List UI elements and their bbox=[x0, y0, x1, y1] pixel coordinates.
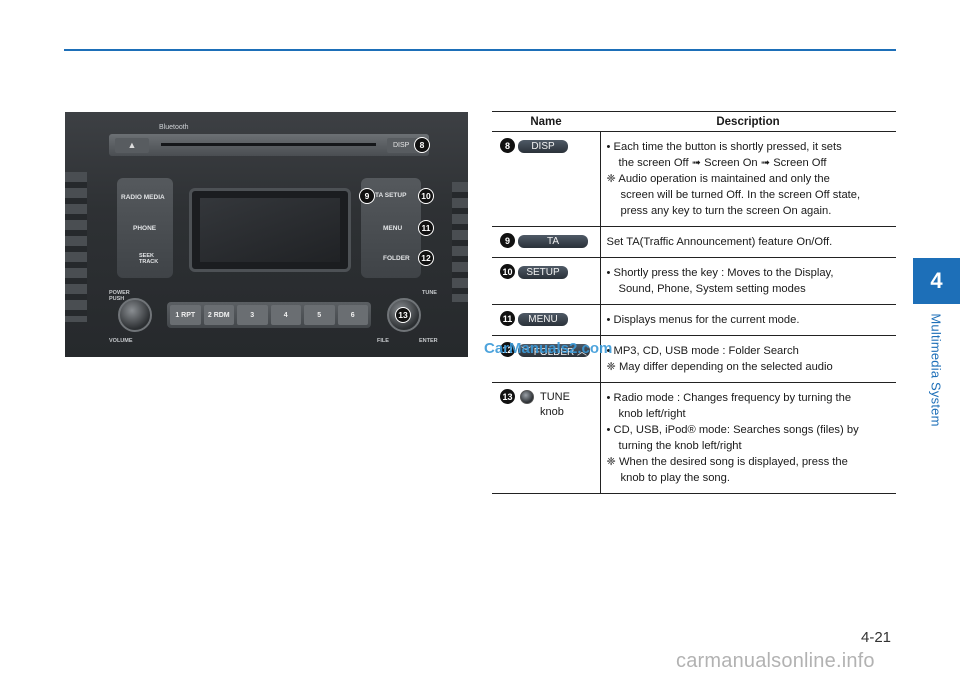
desc-line: Set TA(Traffic Announcement) feature On/… bbox=[606, 236, 833, 248]
left-air-vent bbox=[65, 172, 87, 322]
ta-key: TA bbox=[518, 235, 588, 248]
desc-line: knob left/right bbox=[618, 408, 686, 420]
table-row: 11 MENU • Displays menus for the current… bbox=[492, 304, 896, 336]
callout-9: 9 bbox=[359, 188, 375, 204]
preset-3: 3 bbox=[237, 305, 268, 325]
page-number: 4-21 bbox=[861, 629, 892, 646]
desc-line: • Shortly press the key : Moves to the D… bbox=[606, 267, 834, 279]
name-cell: 10 SETUP bbox=[492, 257, 601, 305]
right-air-vent bbox=[452, 182, 468, 302]
chapter-number: 4 bbox=[930, 268, 943, 293]
preset-1: 1 RPT bbox=[170, 305, 201, 325]
description-cell: • MP3, CD, USB mode : Folder Search ❈ Ma… bbox=[600, 335, 896, 383]
name-cell: 13 TUNE knob bbox=[492, 382, 601, 494]
table-row: 8 DISP • Each time the button is shortly… bbox=[492, 131, 896, 227]
name-cell: 9 TA bbox=[492, 226, 601, 258]
file-label: FILE bbox=[377, 338, 389, 344]
desc-line: press any key to turn the screen On agai… bbox=[620, 205, 832, 217]
preset-buttons: 1 RPT 2 RDM 3 4 5 6 bbox=[167, 302, 371, 328]
display-screen bbox=[189, 188, 351, 272]
desc-line: • MP3, CD, USB mode : Folder Search bbox=[606, 345, 799, 357]
table-row: 9 TA Set TA(Traffic Announcement) featur… bbox=[492, 226, 896, 258]
column-header-name: Name bbox=[492, 111, 600, 132]
description-cell: • Displays menus for the current mode. bbox=[600, 304, 896, 336]
watermark-text: CarManuals2.com bbox=[484, 340, 613, 357]
enter-label: ENTER bbox=[419, 338, 438, 344]
display-screen-glass bbox=[200, 198, 340, 262]
description-cell: • Radio mode : Changes frequency by turn… bbox=[600, 382, 896, 494]
eject-icon: ▲ bbox=[115, 138, 149, 153]
preset-4: 4 bbox=[270, 305, 301, 325]
preset-5: 5 bbox=[304, 305, 335, 325]
callout-11: 11 bbox=[418, 220, 434, 236]
button-description-table: Name Description 8 DISP • Each time the … bbox=[492, 111, 896, 494]
desc-line: turning the knob left/right bbox=[618, 440, 742, 452]
preset-6: 6 bbox=[337, 305, 368, 325]
name-cell: 8 DISP bbox=[492, 131, 601, 227]
description-cell: • Each time the button is shortly presse… bbox=[600, 131, 896, 227]
volume-knob bbox=[118, 298, 152, 332]
desc-note: ❈ When the desired song is displayed, pr… bbox=[606, 456, 848, 468]
callout-13: 13 bbox=[395, 307, 411, 323]
description-cell: Set TA(Traffic Announcement) feature On/… bbox=[600, 226, 896, 258]
table-row: 13 TUNE knob • Radio mode : Changes freq… bbox=[492, 382, 896, 494]
tune-label-line2: knob bbox=[540, 406, 564, 418]
radio-head-unit-image: Bluetooth ▲ DISP RADIO MEDIA PHONE SEEK … bbox=[65, 112, 468, 357]
tune-label: TUNE bbox=[422, 290, 437, 296]
desc-note: ❈ May differ depending on the selected a… bbox=[606, 361, 833, 373]
table-header-row: Name Description bbox=[492, 111, 896, 132]
tune-label-line1: TUNE bbox=[540, 391, 570, 403]
footer-watermark: carmanualsonline.info bbox=[676, 650, 875, 672]
table-row: 10 SETUP • Shortly press the key : Moves… bbox=[492, 257, 896, 305]
menu-label: MENU bbox=[383, 225, 403, 232]
chapter-title: Multimedia System bbox=[928, 313, 944, 427]
desc-line: • CD, USB, iPod® mode: Searches songs (f… bbox=[606, 424, 859, 436]
radio-media-label: RADIO MEDIA bbox=[121, 194, 165, 201]
callout-10: 10 bbox=[418, 188, 434, 204]
cd-slot bbox=[161, 143, 376, 146]
row-number: 11 bbox=[500, 311, 515, 326]
desc-line: the screen Off ➟ Screen On ➟ Screen Off bbox=[618, 157, 827, 169]
callout-12: 12 bbox=[418, 250, 434, 266]
row-number: 9 bbox=[500, 233, 515, 248]
desc-line: • Radio mode : Changes frequency by turn… bbox=[606, 392, 852, 404]
chapter-tab[interactable]: 4 bbox=[913, 258, 960, 304]
callout-8: 8 bbox=[414, 137, 430, 153]
desc-line: screen will be turned Off. In the screen… bbox=[620, 189, 861, 201]
bluetooth-label: Bluetooth bbox=[159, 124, 189, 131]
desc-line: Sound, Phone, System setting modes bbox=[618, 283, 806, 295]
desc-line: knob to play the song. bbox=[620, 472, 730, 484]
row-number: 13 bbox=[500, 389, 515, 404]
menu-key: MENU bbox=[518, 313, 568, 326]
name-cell: 11 MENU bbox=[492, 304, 601, 336]
header-rule bbox=[64, 49, 896, 51]
phone-label: PHONE bbox=[133, 225, 157, 232]
disp-key: DISP bbox=[518, 140, 568, 153]
tune-knob-label: TUNE knob bbox=[540, 390, 570, 420]
desc-line: • Displays menus for the current mode. bbox=[606, 314, 800, 326]
preset-2: 2 RDM bbox=[203, 305, 234, 325]
row-number: 10 bbox=[500, 264, 515, 279]
seek-track-label: SEEK TRACK bbox=[139, 253, 159, 265]
description-cell: • Shortly press the key : Moves to the D… bbox=[600, 257, 896, 305]
ta-setup-label: TA SETUP bbox=[375, 192, 407, 199]
desc-line: • Each time the button is shortly presse… bbox=[606, 141, 842, 153]
column-header-description: Description bbox=[600, 111, 896, 132]
setup-key: SETUP bbox=[518, 266, 568, 279]
desc-note: ❈ Audio operation is maintained and only… bbox=[606, 173, 830, 185]
folder-label: FOLDER bbox=[383, 255, 410, 262]
row-number: 8 bbox=[500, 138, 515, 153]
tune-knob-icon bbox=[520, 390, 534, 404]
volume-label: VOLUME bbox=[109, 338, 133, 344]
